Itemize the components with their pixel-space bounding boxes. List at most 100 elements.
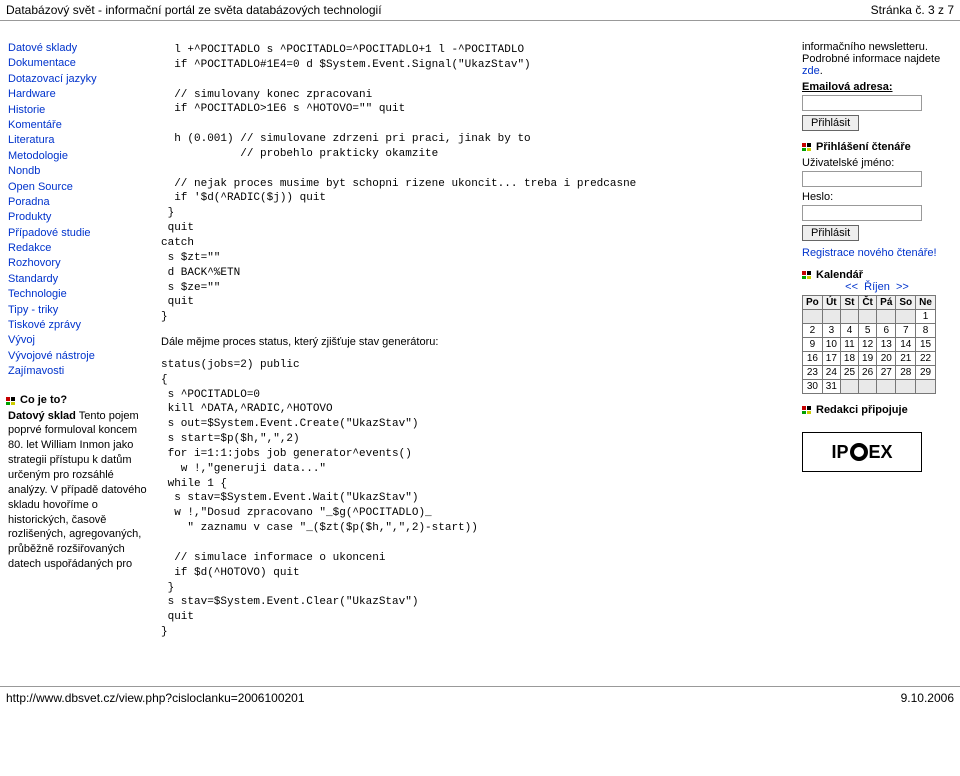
calendar-day[interactable]: 8 xyxy=(916,324,936,338)
calendar-day[interactable]: 30 xyxy=(803,380,823,394)
what-is-it-text: Tento pojem poprvé formuloval koncem 80.… xyxy=(8,410,147,570)
calendar-day[interactable]: 4 xyxy=(840,324,858,338)
calendar-next[interactable]: >> xyxy=(896,281,909,293)
nav-link[interactable]: Dokumentace xyxy=(8,56,153,71)
nav-link[interactable]: Tipy - triky xyxy=(8,303,153,318)
newsletter-box: informačního newsletteru. Podrobné infor… xyxy=(802,41,952,131)
sponsor-heading: Redakci připojuje xyxy=(802,404,952,416)
calendar-day xyxy=(840,310,858,324)
username-input[interactable] xyxy=(802,171,922,187)
calendar-day[interactable]: 22 xyxy=(916,352,936,366)
calendar-day[interactable]: 14 xyxy=(896,338,916,352)
calendar-day[interactable]: 21 xyxy=(896,352,916,366)
calendar-day xyxy=(877,380,896,394)
nav-link[interactable]: Rozhovory xyxy=(8,256,153,271)
bullet-icon xyxy=(802,271,812,279)
subscribe-button[interactable]: Přihlásit xyxy=(802,115,859,131)
nav-link[interactable]: Případové studie xyxy=(8,226,153,241)
calendar-day[interactable]: 27 xyxy=(877,366,896,380)
sponsor-logo[interactable]: IP EX xyxy=(802,432,922,472)
footer-url: http://www.dbsvet.cz/view.php?cisloclank… xyxy=(6,691,305,705)
nav-link[interactable]: Komentáře xyxy=(8,118,153,133)
calendar-day xyxy=(822,310,840,324)
nav-link[interactable]: Hardware xyxy=(8,87,153,102)
calendar-day xyxy=(896,310,916,324)
nav-link[interactable]: Redakce xyxy=(8,241,153,256)
nav-link[interactable]: Dotazovací jazyky xyxy=(8,72,153,87)
what-is-it-title: Co je to? xyxy=(20,394,67,406)
calendar-heading: Kalendář xyxy=(802,269,952,281)
bullet-icon xyxy=(6,397,16,405)
nav-link[interactable]: Datové sklady xyxy=(8,41,153,56)
calendar-day[interactable]: 16 xyxy=(803,352,823,366)
calendar-day-header: So xyxy=(896,296,916,310)
email-label: Emailová adresa: xyxy=(802,81,952,93)
bullet-icon xyxy=(802,406,812,414)
calendar-day[interactable]: 26 xyxy=(859,366,877,380)
calendar-day[interactable]: 5 xyxy=(859,324,877,338)
calendar-day[interactable]: 23 xyxy=(803,366,823,380)
login-box: Uživatelské jméno: Heslo: Přihlásit Regi… xyxy=(802,157,952,259)
password-input[interactable] xyxy=(802,205,922,221)
login-button[interactable]: Přihlásit xyxy=(802,225,859,241)
calendar-day[interactable]: 10 xyxy=(822,338,840,352)
nav-link[interactable]: Literatura xyxy=(8,133,153,148)
sponsor-text-right: EX xyxy=(869,442,893,463)
calendar-day[interactable]: 18 xyxy=(840,352,858,366)
calendar-day[interactable]: 6 xyxy=(877,324,896,338)
calendar-day[interactable]: 17 xyxy=(822,352,840,366)
calendar-day[interactable]: 7 xyxy=(896,324,916,338)
nav-link[interactable]: Produkty xyxy=(8,210,153,225)
nav-link[interactable]: Poradna xyxy=(8,195,153,210)
calendar-day[interactable]: 13 xyxy=(877,338,896,352)
email-input[interactable] xyxy=(802,95,922,111)
nav-link[interactable]: Vývoj xyxy=(8,333,153,348)
what-is-it-heading: Co je to? xyxy=(8,394,153,406)
calendar-day-header: Po xyxy=(803,296,823,310)
site-nav: Datové skladyDokumentaceDotazovací jazyk… xyxy=(8,41,153,380)
calendar-title: Kalendář xyxy=(816,269,863,281)
calendar-day[interactable]: 19 xyxy=(859,352,877,366)
calendar-day[interactable]: 28 xyxy=(896,366,916,380)
nav-link[interactable]: Nondb xyxy=(8,164,153,179)
nav-link[interactable]: Vývojové nástroje xyxy=(8,349,153,364)
calendar-prev[interactable]: << xyxy=(845,281,858,293)
calendar-day[interactable]: 11 xyxy=(840,338,858,352)
nav-link[interactable]: Zajímavosti xyxy=(8,364,153,379)
nav-link[interactable]: Open Source xyxy=(8,180,153,195)
username-label: Uživatelské jméno: xyxy=(802,157,952,169)
page-body: Datové skladyDokumentaceDotazovací jazyk… xyxy=(0,21,960,658)
nav-link[interactable]: Tiskové zprávy xyxy=(8,318,153,333)
calendar-day xyxy=(896,380,916,394)
nav-link[interactable]: Historie xyxy=(8,103,153,118)
sponsor-text-left: IP xyxy=(831,442,848,463)
page-header: Databázový svět - informační portál ze s… xyxy=(0,0,960,21)
calendar-day[interactable]: 24 xyxy=(822,366,840,380)
calendar-day[interactable]: 15 xyxy=(916,338,936,352)
article-main: l +^POCITADLO s ^POCITADLO=^POCITADLO+1 … xyxy=(161,41,794,650)
calendar-day[interactable]: 29 xyxy=(916,366,936,380)
calendar-day[interactable]: 20 xyxy=(877,352,896,366)
calendar-day[interactable]: 1 xyxy=(916,310,936,324)
calendar-day[interactable]: 2 xyxy=(803,324,823,338)
nav-link[interactable]: Technologie xyxy=(8,287,153,302)
readers-title: Přihlášení čtenáře xyxy=(816,141,911,153)
site-title: Databázový svět - informační portál ze s… xyxy=(6,3,382,17)
calendar-table: PoÚtStČtPáSoNe12345678910111213141516171… xyxy=(802,295,936,394)
calendar-month[interactable]: Říjen xyxy=(864,281,890,293)
calendar-day[interactable]: 31 xyxy=(822,380,840,394)
what-is-it-body: Datový sklad Tento pojem poprvé formulov… xyxy=(8,409,153,572)
calendar-nav: << Říjen >> xyxy=(802,281,952,293)
calendar-day[interactable]: 3 xyxy=(822,324,840,338)
nav-link[interactable]: Standardy xyxy=(8,272,153,287)
calendar-day[interactable]: 25 xyxy=(840,366,858,380)
register-link[interactable]: Registrace nového čtenáře! xyxy=(802,247,937,259)
calendar-day xyxy=(840,380,858,394)
calendar-day xyxy=(859,380,877,394)
newsletter-info-link[interactable]: zde xyxy=(802,65,820,77)
logo-circle-icon xyxy=(850,443,868,461)
nav-link[interactable]: Metodologie xyxy=(8,149,153,164)
calendar-day-header: St xyxy=(840,296,858,310)
calendar-day[interactable]: 9 xyxy=(803,338,823,352)
calendar-day[interactable]: 12 xyxy=(859,338,877,352)
